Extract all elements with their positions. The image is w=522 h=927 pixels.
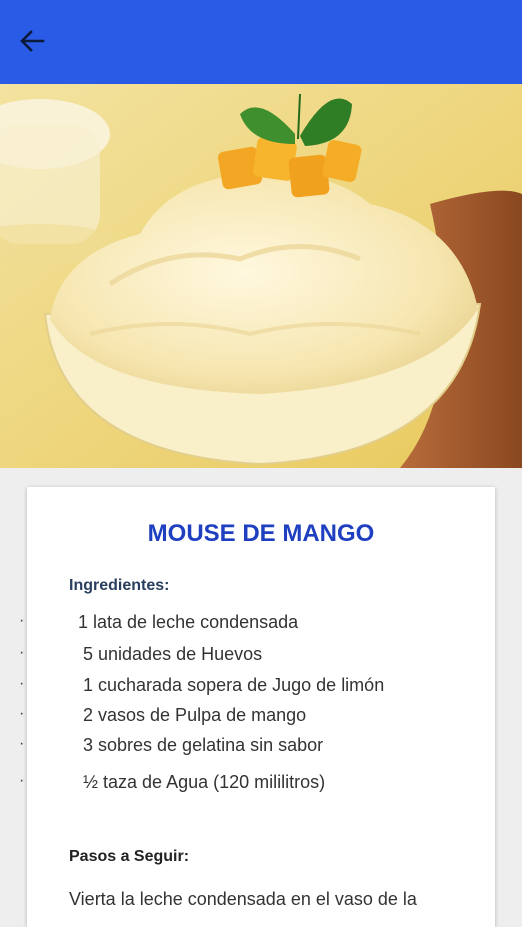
bullet: ·	[19, 772, 25, 789]
recipe-hero-image	[0, 84, 522, 468]
bullet: ·	[19, 705, 25, 722]
bullet: ·	[19, 735, 25, 752]
recipe-title: MOUSE DE MANGO	[147, 520, 375, 547]
list-item: · 1 cucharada sopera de Jugo de limón	[19, 675, 495, 699]
arrow-back-icon	[19, 29, 45, 58]
ingredient-text: 3 sobres de gelatina sin sabor	[83, 735, 324, 755]
list-item: · 5 unidades de Huevos	[19, 644, 495, 668]
list-item: · 1 lata de leche condensada	[19, 612, 495, 636]
bullet: ·	[19, 612, 25, 629]
ingredient-text: 1 cucharada sopera de Jugo de limón	[83, 675, 385, 695]
ingredient-text: 1 lata de leche condensada	[78, 612, 299, 632]
steps-label: Pasos a Seguir:	[69, 848, 190, 865]
recipe-card: MOUSE DE MANGO Ingredientes: · 1 lata de…	[19, 487, 495, 927]
ingredient-text: 5 unidades de Huevos	[83, 644, 263, 664]
list-item: · 3 sobres de gelatina sin sabor	[19, 735, 495, 759]
list-item: · ½ taza de Agua (120 mililitros)	[19, 772, 495, 796]
ingredients-label: Ingredientes:	[69, 577, 170, 594]
ingredient-text: 2 vasos de Pulpa de mango	[83, 705, 307, 725]
app-bar	[0, 0, 522, 84]
ingredient-text: ½ taza de Agua (120 mililitros)	[83, 772, 326, 792]
list-item: · 2 vasos de Pulpa de mango	[19, 705, 495, 729]
bullet: ·	[19, 675, 25, 692]
bullet: ·	[19, 644, 25, 661]
back-button[interactable]	[14, 26, 50, 60]
